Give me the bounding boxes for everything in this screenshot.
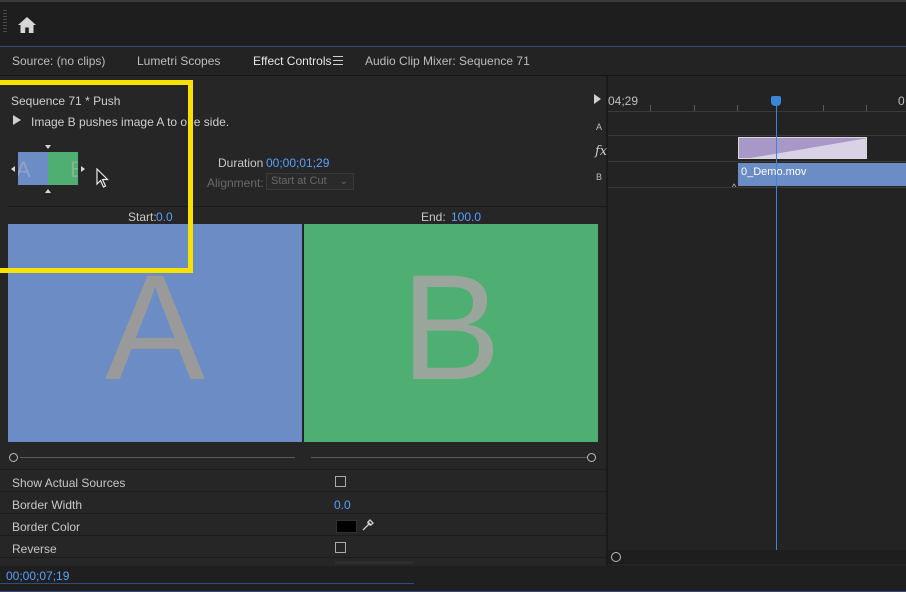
playhead-handle[interactable] bbox=[771, 96, 781, 106]
divider bbox=[0, 557, 606, 558]
transition-clip[interactable] bbox=[738, 137, 867, 159]
end-preview-pane: B bbox=[304, 224, 598, 442]
drag-grip-icon[interactable] bbox=[3, 10, 7, 34]
panel-tab-bar: Source: (no clips) Lumetri Scopes Effect… bbox=[0, 46, 906, 76]
transition-ramp-icon bbox=[750, 138, 866, 158]
highlight-box bbox=[0, 80, 193, 273]
track-divider bbox=[608, 135, 906, 136]
clip-start-caret-icon: ^ bbox=[732, 182, 737, 192]
preview-letter-a: A bbox=[104, 243, 206, 411]
alignment-label: Alignment: bbox=[207, 176, 264, 190]
current-timecode[interactable]: 00;00;07;19 bbox=[6, 569, 69, 583]
border-color-swatch[interactable] bbox=[336, 520, 357, 533]
effect-timeline-panel: 04;29 0 A fx B 0_Demo.mov ^ bbox=[595, 76, 906, 566]
reverse-checkbox[interactable] bbox=[335, 542, 346, 553]
tab-lumetri-scopes[interactable]: Lumetri Scopes bbox=[137, 54, 220, 68]
ruler-tick bbox=[866, 105, 867, 111]
tab-source[interactable]: Source: (no clips) bbox=[12, 54, 105, 68]
status-bar: 00;00;07;19 bbox=[0, 566, 906, 592]
end-value[interactable]: 100.0 bbox=[451, 210, 481, 224]
start-slider-handle[interactable] bbox=[9, 453, 18, 462]
end-slider-handle[interactable] bbox=[587, 453, 596, 462]
show-actual-sources-label: Show Actual Sources bbox=[12, 476, 126, 490]
track-b-label: B bbox=[596, 172, 603, 182]
timeline-zoom-scrollbar[interactable] bbox=[608, 550, 906, 564]
divider bbox=[0, 469, 606, 470]
start-slider-track[interactable] bbox=[20, 457, 295, 458]
end-label: End: bbox=[421, 210, 446, 224]
ruler-tick bbox=[737, 105, 738, 111]
border-width-label: Border Width bbox=[12, 498, 83, 512]
reverse-label: Reverse bbox=[12, 542, 57, 556]
border-color-label: Border Color bbox=[12, 520, 81, 534]
preview-letter-b: B bbox=[400, 243, 502, 411]
timeline-end-time: 0 bbox=[898, 94, 905, 108]
alignment-dropdown[interactable]: Start at Cut ⌄ bbox=[266, 173, 354, 190]
chevron-down-icon: ⌄ bbox=[339, 176, 348, 187]
show-timeline-toggle-icon[interactable] bbox=[594, 94, 601, 104]
panel-scrollbar[interactable] bbox=[335, 561, 413, 564]
border-width-value[interactable]: 0.0 bbox=[334, 498, 351, 512]
zoom-handle[interactable] bbox=[611, 552, 621, 562]
tab-audio-clip-mixer[interactable]: Audio Clip Mixer: Sequence 71 bbox=[365, 54, 530, 68]
tab-effect-controls[interactable]: Effect Controls bbox=[253, 54, 331, 68]
ruler-tick bbox=[694, 105, 695, 111]
track-a-label: A bbox=[596, 122, 603, 132]
show-actual-sources-checkbox[interactable] bbox=[335, 476, 346, 487]
home-icon[interactable] bbox=[17, 16, 37, 34]
track-fx-label: fx bbox=[595, 144, 608, 159]
track-divider bbox=[608, 161, 906, 162]
divider bbox=[0, 491, 606, 492]
ruler-tick bbox=[650, 105, 651, 111]
status-underline bbox=[0, 583, 414, 584]
track-divider bbox=[608, 187, 906, 188]
eyedropper-icon[interactable] bbox=[361, 518, 375, 532]
timeline-start-time: 04;29 bbox=[608, 94, 639, 108]
divider bbox=[0, 513, 606, 514]
time-ruler[interactable] bbox=[608, 111, 906, 112]
alignment-selected-value: Start at Cut bbox=[271, 175, 327, 187]
panel-menu-icon[interactable] bbox=[333, 56, 343, 65]
end-slider-track[interactable] bbox=[311, 457, 587, 458]
clip-name: 0_Demo.mov bbox=[741, 166, 807, 178]
duration-value[interactable]: 00;00;01;29 bbox=[266, 156, 329, 170]
duration-label: Duration bbox=[218, 156, 264, 170]
top-toolbar bbox=[0, 0, 906, 46]
ruler-tick bbox=[823, 105, 824, 111]
clip-b[interactable]: 0_Demo.mov bbox=[738, 163, 906, 186]
divider bbox=[0, 535, 606, 536]
playhead-line[interactable] bbox=[776, 104, 777, 550]
